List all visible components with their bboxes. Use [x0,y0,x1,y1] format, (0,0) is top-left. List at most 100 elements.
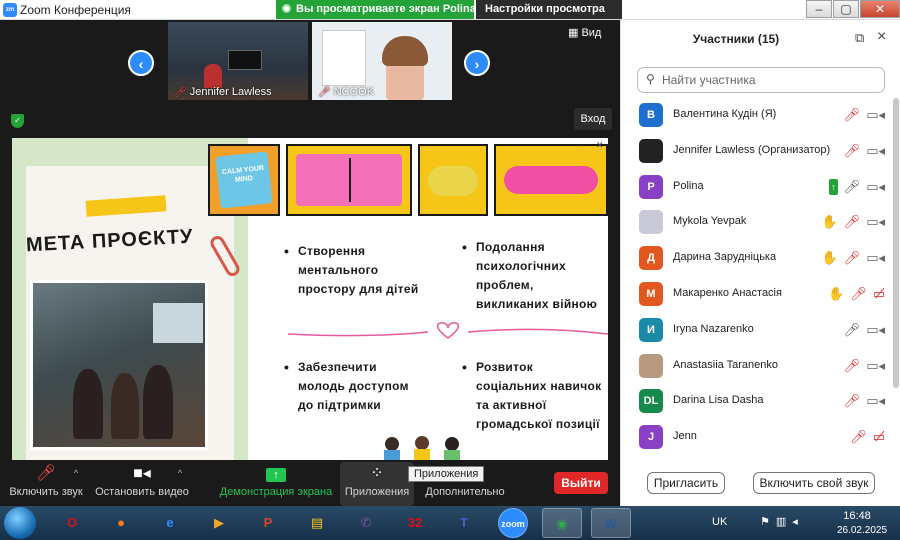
notebook-icon [296,154,402,206]
close-panel-icon[interactable]: × [877,28,886,46]
volume-icon[interactable]: ◂ [792,516,804,528]
thumbnails-next-button[interactable]: › [464,50,490,76]
participant-row[interactable]: P Polina ↑ 🎤︎ ▭◂ [621,170,893,206]
camera-icon: ▭◂ [866,107,885,122]
participant-row[interactable]: М Макаренко Анастасія ✋ 🎤︎ ▭̸ [621,277,893,313]
meeting-toolbar: 🎤︎ Включить звук ^ ■◂ Остановить видео ^… [0,460,620,506]
minimize-button[interactable]: – [806,0,832,18]
participant-avatar: Д [639,246,663,271]
flag-icon[interactable]: ⚑ [760,516,776,528]
shared-screen-slide: МЕТА ПРОЄКТУ CALM YOUR MIND ✕ – • Створе… [12,138,608,460]
unmute-myself-button[interactable]: Включить свой звук [753,472,875,494]
zoom-logo-icon: zm [3,3,17,17]
gamepad-sticker [418,144,488,216]
participant-status-icons: 🎤︎ ▭◂ [844,358,885,374]
screen-share-banner[interactable]: Вы просматриваете экран Polina [276,0,476,19]
mic-options-chevron-icon[interactable]: ^ [74,468,78,478]
raised-hand-icon: ✋ [821,250,838,266]
participant-row[interactable]: Mykola Yevpak ✋ 🎤︎ ▭◂ [621,205,893,241]
window-title: Zoom Конференция [20,3,131,17]
opera-icon[interactable]: O [52,508,92,538]
participant-row[interactable]: И Iryna Nazarenko 🎤︎ ▭◂ [621,313,893,349]
screen-in-video [228,50,262,70]
participant-row[interactable]: Jennifer Lawless (Организатор) 🎤︎ ▭◂ [621,134,893,170]
mic-muted-icon: 🎤︎ [850,285,867,301]
calm-mind-sticker: CALM YOUR MIND [208,144,280,216]
apps-button[interactable]: ⁘ Приложения [340,462,414,506]
participant-row[interactable]: В Валентина Кудін (Я) 🎤︎ ▭◂ [621,98,893,134]
whiteboard-in-video [322,30,366,86]
media-player-icon[interactable]: ▶ [199,508,239,538]
word-icon[interactable]: W [591,508,631,538]
goal-item: Розвиток соціальних навичок та активної … [462,358,606,434]
view-button-label: Вид [581,27,602,39]
video-thumbnail[interactable]: 🎤︎ NCOOK [312,22,452,100]
participant-avatar [639,210,663,235]
notebook-sticker [286,144,412,216]
camera-icon: ▭◂ [866,357,885,373]
stop-video-label: Остановить видео [95,486,189,498]
leave-meeting-button[interactable]: Выйти [554,472,608,494]
goal-item: Забезпечити молодь доступом до підтримки [284,358,458,415]
participant-row[interactable]: J Jenn 🎤︎ ▭̸ [621,420,893,456]
more-label: Дополнительно [425,486,505,498]
participant-search: ⚲ [637,67,885,93]
teams-icon[interactable]: T [444,508,484,538]
network-icon[interactable]: ▥ [776,516,792,528]
windows-taskbar: O ● e ▶ P ▤ ✆ 32 Tzoom ◉ W UK ⚑▥◂ 16:48 26.02.2025 [0,506,900,540]
participant-name: Дарина Зарудніцька [673,251,777,264]
kids-illustration-icon [384,436,460,460]
participants-scrollbar[interactable] [893,98,899,388]
close-window-button[interactable]: ✕ [860,0,900,18]
viber-icon[interactable]: ✆ [346,508,386,538]
participant-row[interactable]: Anastasiia Taranenko 🎤︎ ▭◂ [621,349,893,385]
video-options-chevron-icon[interactable]: ^ [178,468,182,478]
chrome-icon[interactable]: ◉ [542,508,582,538]
internet-explorer-icon[interactable]: e [150,508,190,538]
share-screen-button[interactable]: ↑ Демонстрация экрана [216,462,336,506]
participant-status-icons: 🎤︎ ▭◂ [844,143,885,159]
language-indicator[interactable]: UK [712,516,727,528]
start-button[interactable] [4,507,36,539]
apps-label: Приложения [344,486,410,498]
photo-window [153,303,203,343]
participant-search-input[interactable] [662,71,880,89]
participant-name: Darina Lisa Dasha [673,394,764,407]
participant-name: Макаренко Анастасія [673,286,782,299]
participant-status-icons: ↑ 🎤︎ ▭◂ [829,178,885,195]
participant-row[interactable]: DL Darina Lisa Dasha 🎤︎ ▭◂ [621,384,893,420]
slide-content: Створення ментального простору для дітей… [248,218,608,460]
video-thumbnail[interactable]: 🎤︎ Jennifer Lawless [168,22,308,100]
video-camera-icon: ■◂ [133,465,151,482]
camera-off-icon: ▭̸ [872,429,885,445]
view-button[interactable]: ▦ Вид [568,26,601,39]
heart-divider-icon [288,322,608,339]
powerpoint-icon[interactable]: P [248,508,288,538]
file-explorer-icon[interactable]: ▤ [297,508,337,538]
participant-name: Anastasiia Taranenko [673,358,778,371]
clock-time[interactable]: 16:48 [830,510,884,522]
share-screen-icon: ↑ [216,462,336,486]
participant-name: Jennifer Lawless (Организатор) [673,143,831,156]
participant-avatar: DL [639,389,663,414]
invite-button[interactable]: Пригласить [647,472,725,494]
thumbnails-prev-button[interactable]: ‹ [128,50,154,76]
enter-button[interactable]: Вход [574,108,612,130]
security-shield-icon[interactable]: ✓ [11,114,24,128]
window-controls: – ▢ ✕ [805,0,900,19]
clock-date[interactable]: 26.02.2025 [830,525,894,536]
slide-photo [30,280,208,450]
popout-icon[interactable]: ⧉ [855,30,864,46]
firefox-icon[interactable]: ● [101,508,141,538]
participant-status-icons: ✋ 🎤︎ ▭◂ [821,250,885,266]
view-settings-button[interactable]: Настройки просмотра [476,0,622,19]
app-badge-icon[interactable]: 32 [395,508,435,538]
participant-avatar [639,138,663,163]
mic-muted-icon: 🎤︎ [843,214,861,230]
participant-row[interactable]: Д Дарина Зарудніцька ✋ 🎤︎ ▭◂ [621,241,893,277]
maximize-button[interactable]: ▢ [833,0,859,18]
photo-person [143,365,173,439]
stop-video-button[interactable]: ■◂ Остановить видео [94,462,190,506]
raised-hand-icon: ✋ [828,285,845,301]
zoom-icon[interactable]: zoom [498,508,528,538]
